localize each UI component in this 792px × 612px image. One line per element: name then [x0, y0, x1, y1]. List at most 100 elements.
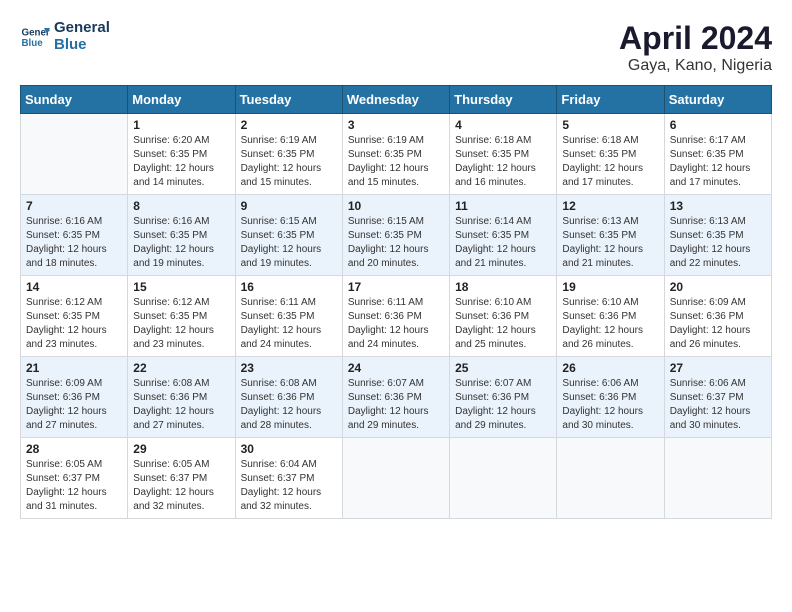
day-info: Sunrise: 6:15 AM Sunset: 6:35 PM Dayligh…	[241, 215, 337, 271]
day-number: 10	[348, 199, 444, 213]
day-info: Sunrise: 6:07 AM Sunset: 6:36 PM Dayligh…	[348, 377, 444, 433]
day-number: 3	[348, 118, 444, 132]
day-info: Sunrise: 6:07 AM Sunset: 6:36 PM Dayligh…	[455, 377, 551, 433]
day-number: 22	[133, 361, 229, 375]
col-header-friday: Friday	[557, 86, 664, 114]
day-info: Sunrise: 6:12 AM Sunset: 6:35 PM Dayligh…	[26, 296, 122, 352]
day-info: Sunrise: 6:11 AM Sunset: 6:35 PM Dayligh…	[241, 296, 337, 352]
day-number: 5	[562, 118, 658, 132]
calendar-cell: 21Sunrise: 6:09 AM Sunset: 6:36 PM Dayli…	[21, 357, 128, 438]
calendar-cell: 13 Sunrise: 6:13 AM Sunset: 6:35 PM Dayli…	[664, 195, 771, 276]
day-number: 28	[26, 442, 122, 456]
title-block: April 2024 Gaya, Kano, Nigeria	[619, 20, 772, 75]
calendar-cell: 14 Sunrise: 6:12 AM Sunset: 6:35 PM Dayli…	[21, 276, 128, 357]
day-number: 24	[348, 361, 444, 375]
day-info: Sunrise: 6:18 AM Sunset: 6:35 PM Dayligh…	[455, 134, 551, 190]
calendar-subtitle: Gaya, Kano, Nigeria	[619, 57, 772, 75]
calendar-table: SundayMondayTuesdayWednesdayThursdayFrid…	[20, 85, 772, 519]
calendar-cell: 6 Sunrise: 6:17 AM Sunset: 6:35 PM Daylig…	[664, 114, 771, 195]
logo: General Blue General Blue	[20, 20, 110, 53]
day-info: Sunrise: 6:15 AM Sunset: 6:35 PM Dayligh…	[348, 215, 444, 271]
day-number: 8	[133, 199, 229, 213]
col-header-tuesday: Tuesday	[235, 86, 342, 114]
col-header-monday: Monday	[128, 86, 235, 114]
calendar-cell: 25 Sunrise: 6:07 AM Sunset: 6:36 PM Dayli…	[450, 357, 557, 438]
calendar-cell: 19 Sunrise: 6:10 AM Sunset: 6:36 PM Dayli…	[557, 276, 664, 357]
calendar-cell: 16 Sunrise: 6:11 AM Sunset: 6:35 PM Dayli…	[235, 276, 342, 357]
day-info: Sunrise: 6:05 AM Sunset: 6:37 PM Dayligh…	[133, 458, 229, 514]
calendar-cell: 7Sunrise: 6:16 AM Sunset: 6:35 PM Daylig…	[21, 195, 128, 276]
day-info: Sunrise: 6:13 AM Sunset: 6:35 PM Dayligh…	[670, 215, 766, 271]
day-info: Sunrise: 6:18 AM Sunset: 6:35 PM Dayligh…	[562, 134, 658, 190]
day-number: 4	[455, 118, 551, 132]
col-header-sunday: Sunday	[21, 86, 128, 114]
col-header-saturday: Saturday	[664, 86, 771, 114]
calendar-cell	[664, 438, 771, 519]
day-number: 6	[670, 118, 766, 132]
col-header-thursday: Thursday	[450, 86, 557, 114]
calendar-cell: 9 Sunrise: 6:15 AM Sunset: 6:35 PM Daylig…	[235, 195, 342, 276]
day-info: Sunrise: 6:09 AM Sunset: 6:36 PM Dayligh…	[670, 296, 766, 352]
day-number: 16	[241, 280, 337, 294]
day-info: Sunrise: 6:08 AM Sunset: 6:36 PM Dayligh…	[241, 377, 337, 433]
svg-text:Blue: Blue	[22, 38, 44, 49]
day-info: Sunrise: 6:14 AM Sunset: 6:35 PM Dayligh…	[455, 215, 551, 271]
day-number: 13	[670, 199, 766, 213]
page-header: General Blue General Blue April 2024 Gay…	[20, 20, 772, 75]
calendar-cell: 1Sunrise: 6:20 AM Sunset: 6:35 PM Daylig…	[128, 114, 235, 195]
logo-text-general: General	[54, 20, 110, 37]
calendar-cell: 30 Sunrise: 6:04 AM Sunset: 6:37 PM Dayli…	[235, 438, 342, 519]
day-info: Sunrise: 6:11 AM Sunset: 6:36 PM Dayligh…	[348, 296, 444, 352]
day-number: 9	[241, 199, 337, 213]
calendar-cell: 29 Sunrise: 6:05 AM Sunset: 6:37 PM Dayli…	[128, 438, 235, 519]
day-number: 27	[670, 361, 766, 375]
day-number: 23	[241, 361, 337, 375]
day-info: Sunrise: 6:19 AM Sunset: 6:35 PM Dayligh…	[241, 134, 337, 190]
day-info: Sunrise: 6:16 AM Sunset: 6:35 PM Dayligh…	[133, 215, 229, 271]
calendar-cell	[21, 114, 128, 195]
day-number: 20	[670, 280, 766, 294]
day-number: 12	[562, 199, 658, 213]
day-info: Sunrise: 6:10 AM Sunset: 6:36 PM Dayligh…	[562, 296, 658, 352]
day-info: Sunrise: 6:08 AM Sunset: 6:36 PM Dayligh…	[133, 377, 229, 433]
day-number: 30	[241, 442, 337, 456]
calendar-cell: 8 Sunrise: 6:16 AM Sunset: 6:35 PM Daylig…	[128, 195, 235, 276]
day-number: 26	[562, 361, 658, 375]
day-info: Sunrise: 6:05 AM Sunset: 6:37 PM Dayligh…	[26, 458, 122, 514]
calendar-cell	[342, 438, 449, 519]
day-number: 19	[562, 280, 658, 294]
calendar-cell: 10 Sunrise: 6:15 AM Sunset: 6:35 PM Dayli…	[342, 195, 449, 276]
day-number: 7	[26, 199, 122, 213]
day-info: Sunrise: 6:06 AM Sunset: 6:37 PM Dayligh…	[670, 377, 766, 433]
day-info: Sunrise: 6:19 AM Sunset: 6:35 PM Dayligh…	[348, 134, 444, 190]
col-header-wednesday: Wednesday	[342, 86, 449, 114]
day-number: 14	[26, 280, 122, 294]
calendar-cell	[557, 438, 664, 519]
day-info: Sunrise: 6:13 AM Sunset: 6:35 PM Dayligh…	[562, 215, 658, 271]
calendar-cell: 4 Sunrise: 6:18 AM Sunset: 6:35 PM Daylig…	[450, 114, 557, 195]
day-number: 29	[133, 442, 229, 456]
logo-icon: General Blue	[20, 22, 50, 52]
calendar-cell: 2Sunrise: 6:19 AM Sunset: 6:35 PM Daylig…	[235, 114, 342, 195]
calendar-cell: 24 Sunrise: 6:07 AM Sunset: 6:36 PM Dayli…	[342, 357, 449, 438]
day-info: Sunrise: 6:04 AM Sunset: 6:37 PM Dayligh…	[241, 458, 337, 514]
calendar-cell: 15 Sunrise: 6:12 AM Sunset: 6:35 PM Dayli…	[128, 276, 235, 357]
day-number: 25	[455, 361, 551, 375]
logo-text-blue: Blue	[54, 37, 110, 54]
day-info: Sunrise: 6:20 AM Sunset: 6:35 PM Dayligh…	[133, 134, 229, 190]
calendar-cell: 20 Sunrise: 6:09 AM Sunset: 6:36 PM Dayli…	[664, 276, 771, 357]
day-info: Sunrise: 6:06 AM Sunset: 6:36 PM Dayligh…	[562, 377, 658, 433]
calendar-title: April 2024	[619, 20, 772, 57]
calendar-cell: 11Sunrise: 6:14 AM Sunset: 6:35 PM Dayli…	[450, 195, 557, 276]
calendar-cell: 23 Sunrise: 6:08 AM Sunset: 6:36 PM Dayli…	[235, 357, 342, 438]
calendar-cell	[450, 438, 557, 519]
calendar-cell: 3 Sunrise: 6:19 AM Sunset: 6:35 PM Daylig…	[342, 114, 449, 195]
day-info: Sunrise: 6:12 AM Sunset: 6:35 PM Dayligh…	[133, 296, 229, 352]
day-number: 15	[133, 280, 229, 294]
calendar-cell: 17 Sunrise: 6:11 AM Sunset: 6:36 PM Dayli…	[342, 276, 449, 357]
day-info: Sunrise: 6:17 AM Sunset: 6:35 PM Dayligh…	[670, 134, 766, 190]
calendar-cell: 18Sunrise: 6:10 AM Sunset: 6:36 PM Dayli…	[450, 276, 557, 357]
day-number: 17	[348, 280, 444, 294]
calendar-cell: 22 Sunrise: 6:08 AM Sunset: 6:36 PM Dayli…	[128, 357, 235, 438]
calendar-cell: 26 Sunrise: 6:06 AM Sunset: 6:36 PM Dayli…	[557, 357, 664, 438]
